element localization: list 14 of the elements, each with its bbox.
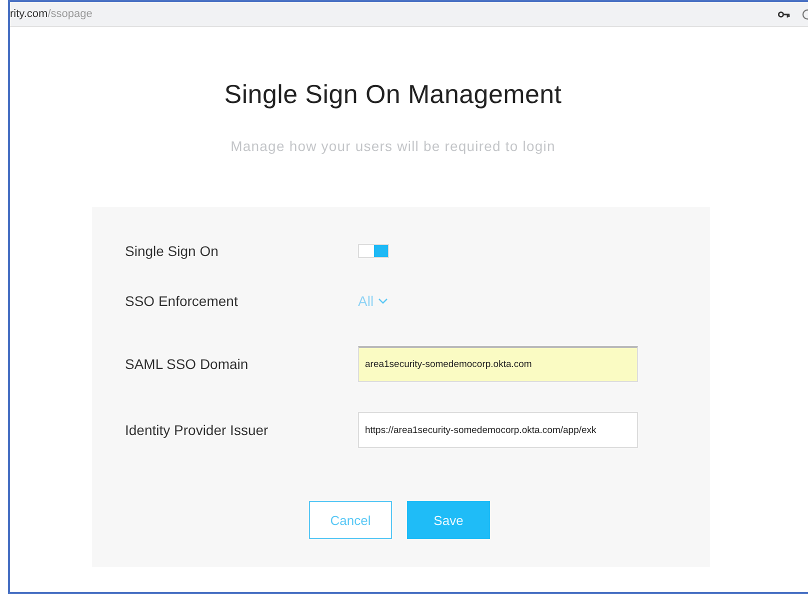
setting-label: SAML SSO Domain <box>125 356 250 372</box>
address-bar[interactable]: rity.com/ssopage <box>10 2 808 27</box>
chevron-down-icon <box>378 298 388 304</box>
text-field[interactable]: https://area1security-somedemocorp.okta.com/app/exk <box>358 412 638 448</box>
toggle-switch[interactable] <box>358 244 389 258</box>
url-path: /ssopage <box>48 8 92 20</box>
page-subtitle: Manage how your users will be required to login <box>230 138 556 154</box>
setting-label: Identity Provider Issuer <box>125 422 270 438</box>
text-field[interactable]: area1security-somedemocorp.okta.com <box>358 346 638 382</box>
setting-label: Single Sign On <box>125 243 220 259</box>
page-title: Single Sign On Management <box>224 79 562 110</box>
url-host: rity.com <box>10 8 48 20</box>
setting-label: SSO Enforcement <box>125 293 239 309</box>
key-icon[interactable] <box>778 10 790 18</box>
